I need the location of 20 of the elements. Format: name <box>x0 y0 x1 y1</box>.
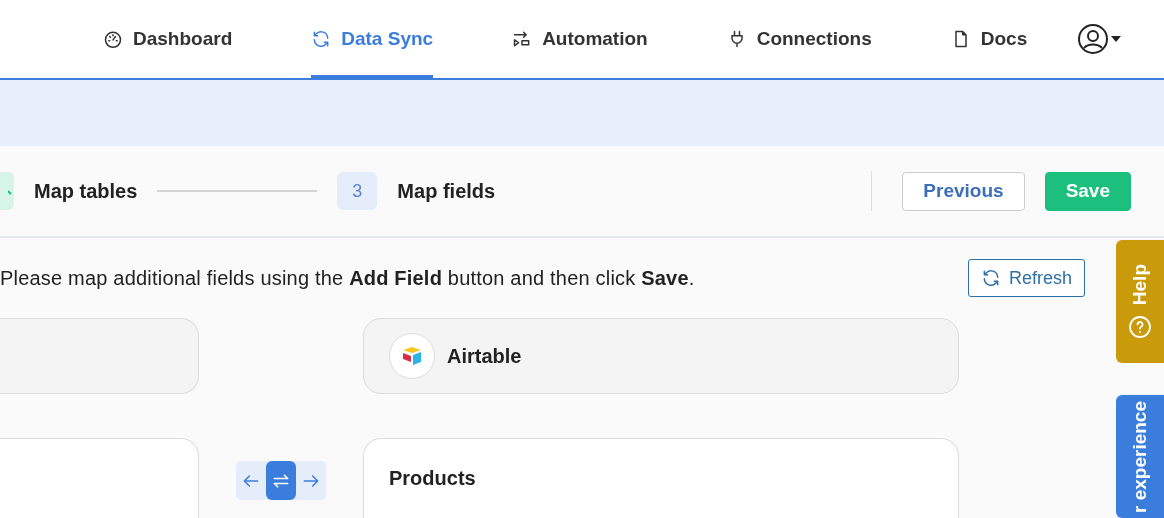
direction-option[interactable] <box>266 461 296 500</box>
nav-tab[interactable]: Connections <box>726 0 872 78</box>
feedback-tab[interactable]: r experience <box>1116 395 1164 518</box>
check-icon <box>8 187 14 195</box>
nav-tab[interactable]: Automation <box>512 0 648 78</box>
box-logo-icon <box>401 346 423 366</box>
step-number: 3 <box>337 172 378 210</box>
app-name: Airtable <box>447 344 522 368</box>
instruction-text: Please map additional fields using the Add Field button and then click Save. <box>0 266 695 290</box>
nav-tab[interactable]: Docs <box>950 0 1028 78</box>
step-label: Map tables <box>34 179 138 203</box>
table-name: Products <box>389 467 476 489</box>
nav-tab[interactable]: Dashboard <box>103 0 233 78</box>
gauge-icon <box>103 29 123 49</box>
refresh-button[interactable]: Refresh <box>967 259 1085 297</box>
step-label: Map fields <box>397 179 496 203</box>
caret-icon[interactable] <box>1111 36 1122 42</box>
user-avatar-icon[interactable] <box>1077 23 1110 55</box>
previous-button[interactable]: Previous <box>902 171 1025 211</box>
question-icon <box>1128 315 1152 340</box>
